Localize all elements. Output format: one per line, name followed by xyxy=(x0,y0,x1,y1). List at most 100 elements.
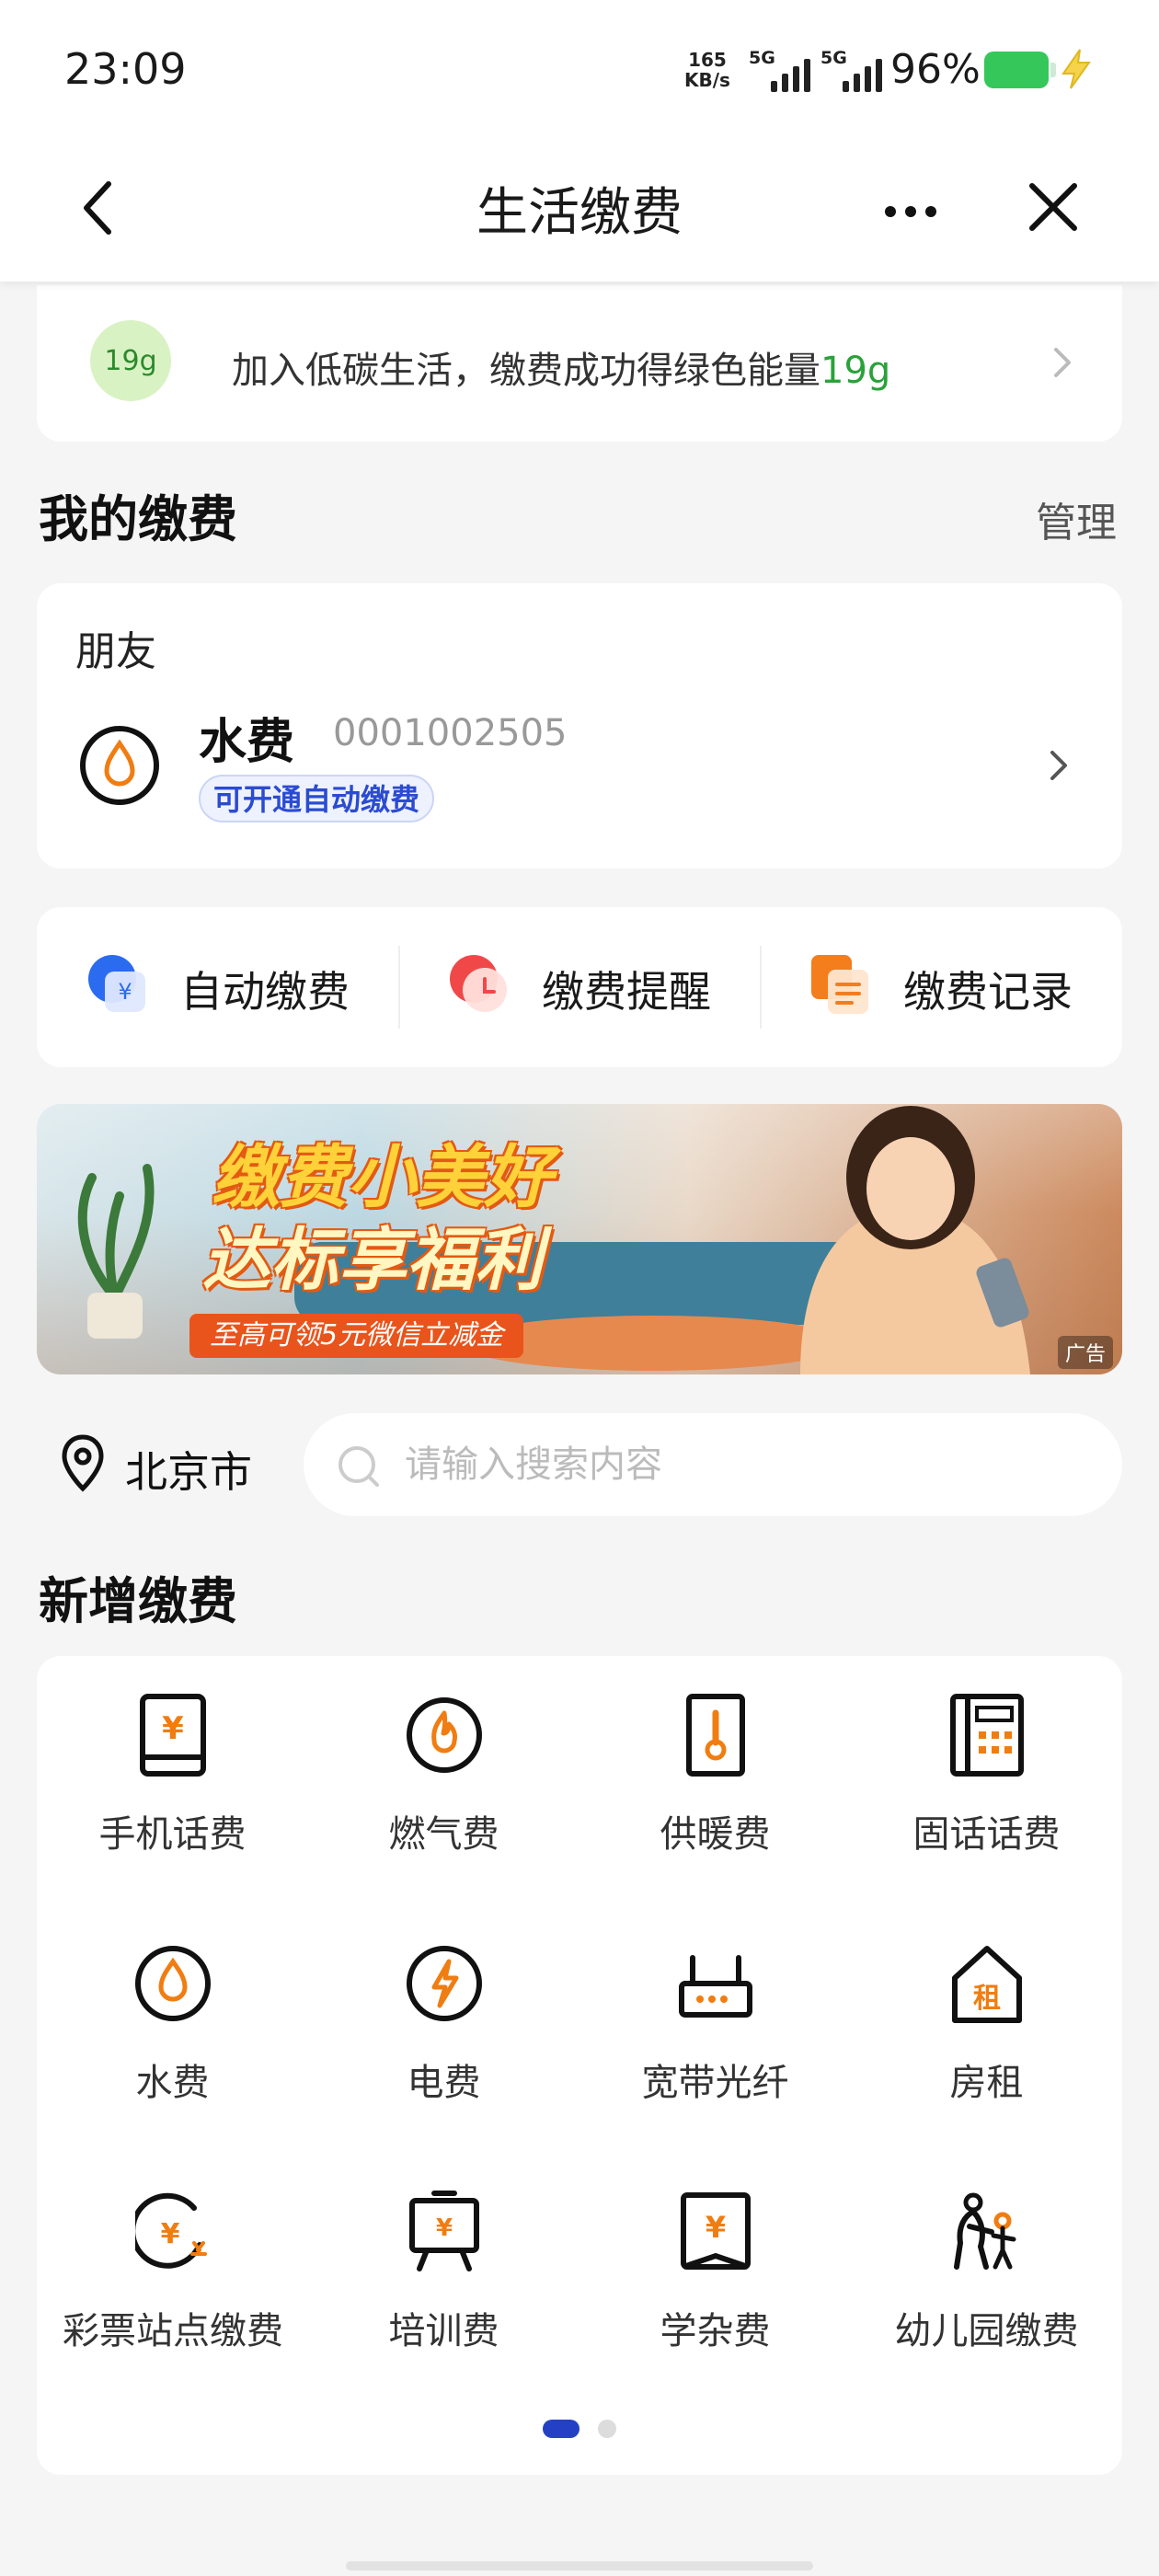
lottery-icon: ¥ xyxy=(135,2192,207,2269)
service-label: 幼儿园缴费 xyxy=(894,2310,1079,2352)
signal-1-icon: 5G xyxy=(749,48,832,92)
service-label: 电费 xyxy=(407,2062,481,2104)
manage-link[interactable]: 管理 xyxy=(1036,489,1117,548)
service-tuition[interactable]: ¥ 学杂费 xyxy=(580,2153,851,2392)
kindergarten-icon xyxy=(954,2192,1016,2270)
service-electricity[interactable]: 电费 xyxy=(308,1904,580,2144)
service-broadband[interactable]: 宽带光纤 xyxy=(580,1904,851,2144)
search-bar[interactable] xyxy=(304,1413,1122,1516)
banner-headline-2: 达标享福利 xyxy=(202,1221,543,1300)
svg-text:租: 租 xyxy=(973,1983,1001,2015)
status-bar: 23:09 165 KB/s 5G 5G 96% xyxy=(0,0,1159,138)
low-carbon-text: 加入低碳生活，缴费成功得绿色能量19g xyxy=(232,340,890,394)
bill-tools: ¥ 自动缴费 缴费提醒 缴费记录 xyxy=(37,907,1122,1067)
chevron-right-icon xyxy=(1054,348,1071,377)
bill-records-label: 缴费记录 xyxy=(903,967,1073,1017)
broadband-router-icon xyxy=(679,1955,752,2018)
tuition-book-icon: ¥ xyxy=(681,2192,751,2270)
service-label: 手机话费 xyxy=(98,1813,247,1856)
my-bill-card[interactable]: 朋友 水费 0001002505 可开通自动缴费 xyxy=(37,583,1122,868)
electric-bolt-icon xyxy=(407,1946,482,2021)
service-water[interactable]: 水费 xyxy=(37,1904,308,2144)
low-carbon-banner[interactable]: 19g 加入低碳生活，缴费成功得绿色能量19g xyxy=(37,285,1122,442)
bill-group-label: 朋友 xyxy=(75,628,156,675)
battery-percent: 96% xyxy=(890,46,981,93)
location-pin-icon xyxy=(62,1434,104,1492)
service-landline[interactable]: 固话话费 xyxy=(851,1656,1122,1895)
low-carbon-message: 加入低碳生活，缴费成功得绿色能量 xyxy=(232,350,820,392)
svg-text:¥: ¥ xyxy=(436,2214,453,2242)
service-label: 培训费 xyxy=(388,2310,499,2352)
page-indicator xyxy=(543,2420,616,2438)
page-dot-active[interactable] xyxy=(543,2420,580,2438)
svg-text:¥: ¥ xyxy=(706,2210,726,2245)
service-label: 水费 xyxy=(135,2062,210,2104)
service-label: 燃气费 xyxy=(388,1813,499,1856)
woman-illustration-icon xyxy=(800,1106,1030,1374)
bill-reminder-button[interactable]: 缴费提醒 xyxy=(398,907,760,1067)
water-drop-icon xyxy=(80,726,159,805)
chevron-right-icon xyxy=(1050,751,1067,780)
ad-label: 广告 xyxy=(1057,1336,1113,1369)
auto-pay-button[interactable]: ¥ 自动缴费 xyxy=(37,907,398,1067)
reminder-clock-icon xyxy=(450,955,507,1012)
battery-tip xyxy=(1050,63,1056,77)
home-indicator[interactable] xyxy=(346,2561,813,2570)
service-phone-bill[interactable]: ¥ 手机话费 xyxy=(37,1656,308,1895)
service-lottery[interactable]: ¥ 彩票站点缴费 xyxy=(37,2153,308,2392)
auto-pay-tag[interactable]: 可开通自动缴费 xyxy=(199,775,435,822)
city-name: 北京市 xyxy=(125,1447,252,1497)
more-icon[interactable] xyxy=(874,184,947,239)
gas-flame-icon xyxy=(407,1697,482,1773)
service-label: 学杂费 xyxy=(660,2310,771,2352)
svg-text:¥: ¥ xyxy=(118,979,132,1005)
service-rent[interactable]: 租 房租 xyxy=(851,1904,1122,2144)
close-icon[interactable] xyxy=(1021,171,1085,245)
banner-promo-text: 至高可领5元微信立减金 xyxy=(189,1314,524,1358)
training-board-icon: ¥ xyxy=(409,2191,479,2271)
auto-pay-label: 自动缴费 xyxy=(180,967,350,1017)
heating-thermometer-icon xyxy=(686,1694,745,1777)
new-bills-title: 新增缴费 xyxy=(39,1572,237,1630)
bill-records-button[interactable]: 缴费记录 xyxy=(760,907,1121,1067)
rent-house-icon: 租 xyxy=(952,1946,1022,2023)
my-bills-title: 我的缴费 xyxy=(39,490,237,548)
service-training[interactable]: ¥ 培训费 xyxy=(308,2153,580,2392)
promo-banner[interactable]: 缴费小美好 达标享福利 至高可领5元微信立减金 广告 xyxy=(37,1104,1122,1374)
service-label: 彩票站点缴费 xyxy=(63,2310,283,2352)
bill-name: 水费 xyxy=(199,715,295,770)
green-energy-value: 19g xyxy=(820,350,891,392)
status-time: 23:09 xyxy=(64,44,187,94)
water-drop-icon xyxy=(135,1946,211,2021)
page-dot[interactable] xyxy=(598,2420,616,2438)
auto-pay-icon: ¥ xyxy=(88,955,145,1012)
service-gas[interactable]: 燃气费 xyxy=(308,1656,580,1895)
service-heating[interactable]: 供暖费 xyxy=(580,1656,851,1895)
service-label: 房租 xyxy=(949,2062,1024,2104)
network-speed: 165 KB/s xyxy=(684,50,730,90)
service-label: 供暖费 xyxy=(660,1813,771,1856)
service-label: 宽带光纤 xyxy=(641,2062,789,2104)
search-icon xyxy=(339,1446,379,1487)
new-bills-grid: ¥ 手机话费 燃气费 供暖费 固话话费 水费 电费 宽带光纤 租 房租 ¥ 彩票… xyxy=(37,1656,1122,2475)
plant-illustration-icon xyxy=(77,1164,155,1339)
service-label: 固话话费 xyxy=(912,1813,1061,1856)
network-speed-value: 165 xyxy=(688,49,727,71)
navigation-bar: 生活缴费 xyxy=(0,138,1159,282)
svg-text:¥: ¥ xyxy=(162,1710,184,1747)
search-input[interactable] xyxy=(405,1437,1067,1492)
battery-icon xyxy=(984,52,1049,88)
bill-account-number: 0001002505 xyxy=(333,712,568,754)
svg-text:¥: ¥ xyxy=(161,2218,180,2250)
green-energy-badge-text: 19g xyxy=(104,344,157,377)
page-title: 生活缴费 xyxy=(476,183,683,243)
charging-bolt-icon xyxy=(1061,49,1091,89)
green-energy-badge: 19g xyxy=(90,320,171,401)
top-bar: 23:09 165 KB/s 5G 5G 96% 生活缴费 xyxy=(0,0,1159,282)
landline-phone-icon xyxy=(950,1694,1024,1777)
bill-reminder-label: 缴费提醒 xyxy=(542,967,711,1017)
service-kindergarten[interactable]: 幼儿园缴费 xyxy=(851,2153,1122,2392)
network-speed-unit: KB/s xyxy=(684,69,730,91)
record-doc-icon xyxy=(811,955,868,1014)
phone-bill-icon: ¥ xyxy=(140,1694,206,1777)
